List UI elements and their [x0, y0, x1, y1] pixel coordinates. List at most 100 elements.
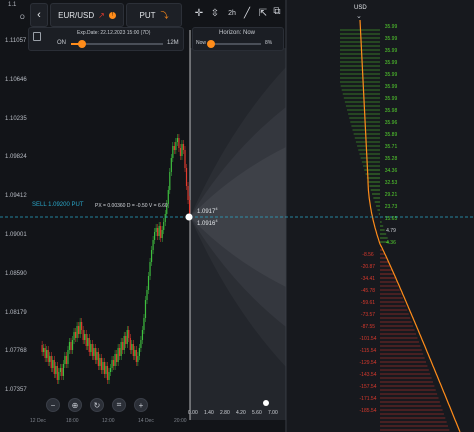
- pnl-value-negative: -59.61: [360, 300, 376, 306]
- pnl-value-positive: 35.28: [384, 156, 398, 162]
- candle: [123, 336, 125, 350]
- candle: [146, 290, 148, 300]
- curve-down-icon: ⤵: [160, 10, 169, 20]
- pnl-value-negative: -45.78: [360, 288, 376, 294]
- horizon-slider-track[interactable]: [207, 40, 261, 48]
- pnl-value-positive: 35.71: [384, 144, 398, 150]
- candle: [81, 322, 83, 330]
- candle: [93, 348, 95, 356]
- crop-icon[interactable]: ⌗: [112, 398, 126, 412]
- axis-partial-label: O: [20, 15, 25, 21]
- candle: [64, 356, 66, 364]
- candle: [143, 318, 145, 330]
- price-label-2: 1.09164: [197, 218, 218, 227]
- time-marker[interactable]: [263, 400, 269, 406]
- candle: [141, 330, 144, 340]
- pnl-value-negative: -185.54: [359, 408, 377, 414]
- chevron-down-icon[interactable]: ⌄: [356, 12, 362, 20]
- pnl-value-positive: 29.21: [384, 192, 398, 198]
- candle: [97, 352, 99, 366]
- candle: [155, 228, 157, 232]
- pair-label: EUR/USD: [58, 10, 95, 20]
- expiry-slider-handle[interactable]: [78, 40, 87, 48]
- pnl-value-negative: -129.54: [359, 360, 377, 366]
- candle: [176, 138, 178, 142]
- candle: [161, 230, 163, 238]
- candle: [102, 362, 104, 370]
- plus-icon[interactable]: +: [134, 398, 148, 412]
- candle: [105, 366, 107, 374]
- pnl-value-positive: 34.36: [384, 168, 398, 174]
- candle: [87, 338, 89, 346]
- candle: [152, 240, 154, 250]
- expiry-panel: Exp.Date: 22.12.2023 15:00 (7D) ON 12M: [28, 27, 184, 51]
- pnl-value-negative: -34.41: [360, 276, 376, 282]
- pencil-icon[interactable]: ╱: [240, 8, 254, 19]
- pnl-value-positive: 35.96: [384, 120, 398, 126]
- candle: [137, 356, 139, 362]
- candle: [71, 340, 74, 350]
- time-axis-label: 14 Dec: [138, 418, 154, 424]
- candle: [154, 232, 156, 240]
- pnl-value-negative: -8.56: [362, 252, 374, 258]
- minus-icon[interactable]: −: [46, 398, 60, 412]
- candle: [134, 350, 136, 356]
- export-box-icon[interactable]: ⧉: [270, 6, 284, 17]
- direction-selector[interactable]: PUT ⤵: [126, 3, 182, 27]
- candle: [106, 366, 109, 380]
- candle: [94, 348, 96, 360]
- target-icon[interactable]: ⊕: [68, 398, 82, 412]
- back-button[interactable]: ‹: [30, 3, 48, 27]
- horizon-axis-label: 0.00: [188, 410, 198, 416]
- candle: [135, 350, 137, 362]
- time-axis-label: 12:00: [102, 418, 115, 424]
- pnl-value-negative: -143.54: [359, 372, 377, 378]
- crosshair-icon[interactable]: ✛: [192, 8, 206, 19]
- horizon-left-label: Now: [196, 40, 207, 46]
- candle: [44, 348, 46, 358]
- candle: [131, 344, 133, 350]
- refresh-icon[interactable]: ↻: [90, 398, 104, 412]
- calculator-icon[interactable]: [33, 32, 41, 41]
- timeframe-button[interactable]: 2h: [225, 10, 239, 17]
- exp-date-label: Exp.Date: 22.12.2023 15:00 (7D): [77, 30, 151, 36]
- horizon-axis-label: 1.40: [204, 410, 214, 416]
- candle: [114, 354, 116, 366]
- pnl-value-positive: 35.89: [384, 132, 398, 138]
- candle: [65, 356, 68, 364]
- candle: [108, 372, 110, 380]
- candle: [62, 364, 64, 376]
- export-icon[interactable]: ⇱: [256, 8, 270, 19]
- horizon-axis-label: 4.20: [236, 410, 246, 416]
- candle: [50, 356, 52, 368]
- pnl-value-positive: 35.99: [384, 96, 398, 102]
- trend-up-icon: ↗: [98, 10, 105, 20]
- candle: [188, 200, 191, 214]
- candle: [70, 342, 72, 350]
- price-marker[interactable]: [185, 213, 193, 221]
- candle: [76, 326, 78, 338]
- move-icon[interactable]: ⇳: [208, 8, 222, 19]
- pnl-value-positive: 35.99: [384, 60, 398, 66]
- candle: [73, 332, 75, 340]
- candle: [46, 350, 48, 358]
- candle: [117, 348, 119, 362]
- pnl-value-positive: 15.65: [384, 216, 398, 222]
- horizon-axis-label: 2.80: [220, 410, 230, 416]
- pnl-value-positive: 23.73: [384, 204, 398, 210]
- pnl-value-negative: -157.54: [359, 384, 377, 390]
- candle: [41, 345, 43, 352]
- sell-position-label[interactable]: SELL 1.09200 PUT: [32, 202, 83, 208]
- candle: [140, 340, 142, 348]
- candle: [185, 168, 188, 186]
- candle: [150, 250, 153, 262]
- horizon-panel: Horizon: Now Now 8%: [192, 27, 284, 51]
- horizon-slider-handle[interactable]: [207, 40, 215, 48]
- expiry-slider-track[interactable]: [71, 40, 163, 48]
- price-axis-label: 1.09412: [5, 193, 27, 200]
- candle: [100, 358, 102, 370]
- pair-selector[interactable]: EUR/USD ↗ !: [50, 3, 124, 27]
- candle: [109, 368, 112, 372]
- price-axis-label: 1.09824: [5, 154, 27, 161]
- candle: [120, 342, 122, 356]
